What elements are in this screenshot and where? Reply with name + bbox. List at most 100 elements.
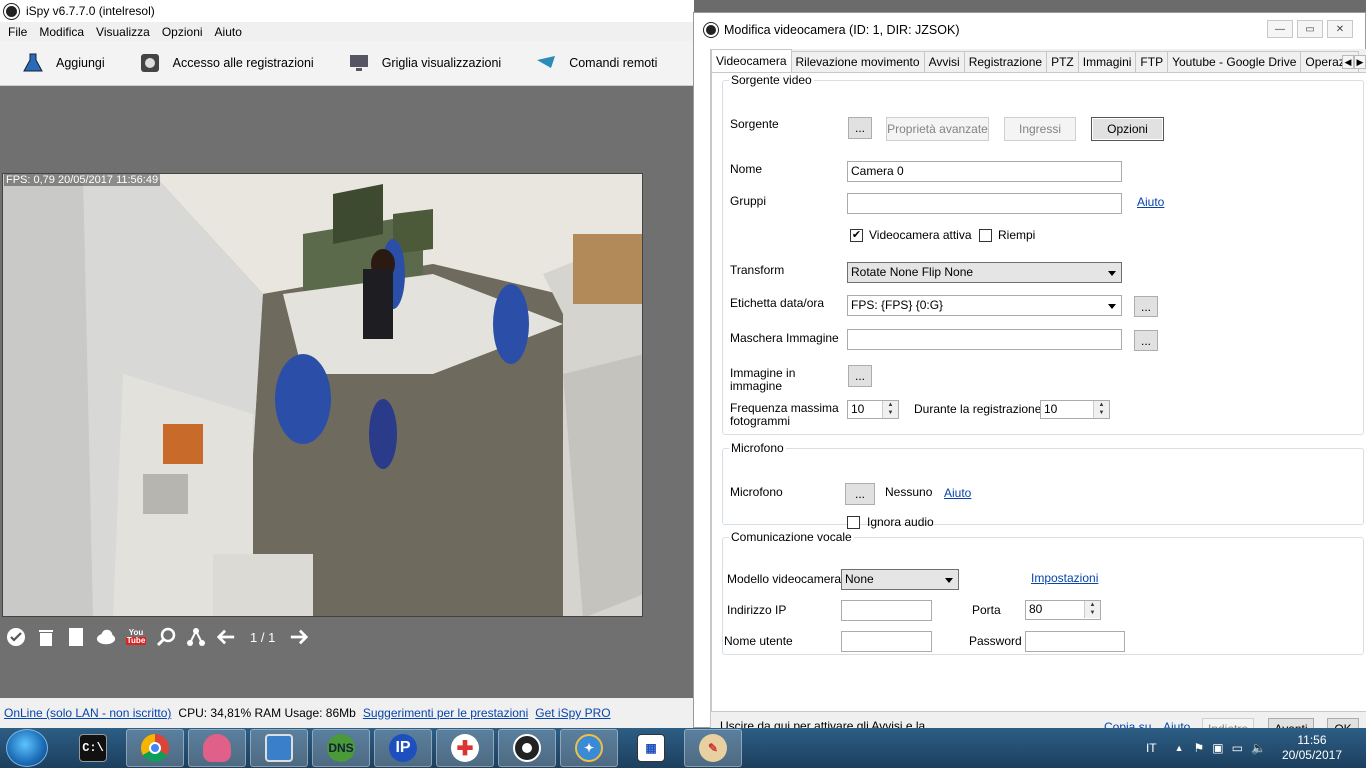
spin-arrows-icon[interactable]: ▲ ▼ (882, 401, 898, 418)
options-button[interactable]: Opzioni (1091, 117, 1164, 141)
camera-fps-overlay: FPS: 0,79 20/05/2017 11:56:49 (4, 174, 161, 186)
grid-views-button[interactable]: Griglia visualizzazioni (348, 52, 502, 74)
image-mask-field[interactable] (847, 329, 1122, 350)
taskbar: C:\ DNS IP ✚ ✦ ▦ ✎ IT ▲ ⚑ ▣ ▭ 🔈 11:56 20… (0, 728, 1366, 768)
tab-motion-detection[interactable]: Rilevazione movimento (790, 51, 925, 72)
camera-active-checkbox[interactable]: ✔ (850, 229, 863, 242)
volume-icon[interactable]: 🔈 (1251, 741, 1266, 755)
recordings-button[interactable]: Accesso alle registrazioni (139, 52, 314, 74)
taskbar-paint[interactable]: ✎ (684, 729, 742, 767)
ip-icon: IP (389, 734, 417, 762)
ignore-audio-checkbox[interactable] (847, 516, 860, 529)
port-value: 80 (1029, 602, 1043, 616)
port-stepper[interactable]: 80 ▲ ▼ (1025, 600, 1101, 620)
taskbar-compass[interactable]: ✦ (560, 729, 618, 767)
taskbar-browser[interactable] (250, 729, 308, 767)
checkmark-icon[interactable] (6, 627, 26, 647)
taskbar-cmd[interactable]: C:\ (64, 729, 122, 767)
source-browse-button[interactable]: ... (848, 117, 872, 139)
spin-arrows-icon[interactable]: ▲ ▼ (1084, 601, 1100, 618)
remote-commands-button[interactable]: Comandi remoti (535, 52, 657, 74)
inputs-button[interactable]: Ingressi (1004, 117, 1076, 141)
tab-youtube-drive[interactable]: Youtube - Google Drive (1167, 51, 1302, 72)
recordings-icon (140, 54, 159, 72)
ignore-audio-label: Ignora audio (867, 515, 934, 529)
password-field[interactable] (1025, 631, 1125, 652)
network-monitor-icon: ▦ (637, 734, 665, 762)
tray-expand-icon[interactable]: ▲ (1175, 743, 1184, 753)
timestamp-browse-button[interactable]: ... (1134, 296, 1158, 317)
language-indicator[interactable]: IT (1146, 741, 1157, 755)
online-status-link[interactable]: OnLine (solo LAN - non iscritto) (4, 706, 171, 720)
menu-aiuto[interactable]: Aiuto (209, 25, 248, 39)
during-recording-label: Durante la registrazione (914, 402, 1042, 416)
youtube-icon[interactable]: You Tube (125, 627, 147, 647)
microphone-browse-button[interactable]: ... (845, 483, 875, 505)
flag-icon[interactable]: ⚑ (1194, 741, 1205, 755)
tab-alerts[interactable]: Avvisi (923, 51, 965, 72)
arrow-right-icon[interactable] (289, 627, 309, 647)
username-field[interactable] (841, 631, 932, 652)
start-button[interactable] (6, 729, 48, 767)
cpu-ram-status: CPU: 34,81% RAM Usage: 86Mb (178, 706, 356, 720)
max-fps-stepper[interactable]: 10 ▲ ▼ (847, 400, 899, 419)
taskbar-chrome[interactable] (126, 729, 184, 767)
camera-model-select[interactable]: None (841, 569, 959, 590)
taskbar-ip[interactable]: IP (374, 729, 432, 767)
ip-address-field[interactable] (841, 600, 932, 621)
chevron-left-icon[interactable]: ◀ (1342, 55, 1354, 69)
advanced-properties-button[interactable]: Proprietà avanzate (886, 117, 989, 141)
taskbar-network-monitor[interactable]: ▦ (622, 729, 680, 767)
chevron-right-icon[interactable]: ▶ (1354, 55, 1366, 69)
maximize-button[interactable]: ▭ (1297, 20, 1323, 38)
recording-fps-stepper[interactable]: 10 ▲ ▼ (1040, 400, 1110, 419)
taskbar-app-pink[interactable] (188, 729, 246, 767)
timestamp-combo[interactable]: FPS: {FPS} {0:G} (847, 295, 1122, 316)
grid-views-button-label: Griglia visualizzazioni (381, 56, 502, 70)
device-icon[interactable]: ▣ (1212, 741, 1223, 755)
trash-icon[interactable] (36, 627, 56, 647)
camera-feed[interactable] (2, 173, 643, 617)
performance-tips-link[interactable]: Suggerimenti per le prestazioni (363, 706, 528, 720)
tab-images[interactable]: Immagini (1077, 51, 1137, 72)
taskbar-ispy[interactable] (498, 729, 556, 767)
clock-date: 20/05/2017 (1281, 748, 1342, 762)
menu-modifica[interactable]: Modifica (33, 25, 90, 39)
arrow-left-icon[interactable] (216, 627, 236, 647)
menu-opzioni[interactable]: Opzioni (156, 25, 209, 39)
tab-ptz[interactable]: PTZ (1046, 51, 1079, 72)
taskbar-dns[interactable]: DNS (312, 729, 370, 767)
menu-file[interactable]: File (2, 25, 33, 39)
tab-recording[interactable]: Registrazione (963, 51, 1048, 72)
transform-select[interactable]: Rotate None Flip None (847, 262, 1122, 283)
voice-settings-link[interactable]: Impostazioni (1031, 571, 1098, 585)
menu-visualizza[interactable]: Visualizza (90, 25, 156, 39)
palette-icon: ✎ (699, 734, 727, 762)
pip-browse-button[interactable]: ... (848, 365, 872, 387)
minimize-button[interactable]: — (1267, 20, 1293, 38)
microphone-help-link[interactable]: Aiuto (944, 486, 971, 500)
ispy-eye-icon (704, 22, 718, 37)
name-field[interactable]: Camera 0 (847, 161, 1122, 182)
close-button[interactable]: ✕ (1327, 20, 1353, 38)
tab-strip: Videocamera Rilevazione movimento Avvisi… (711, 49, 1366, 73)
image-mask-browse-button[interactable]: ... (1134, 330, 1158, 351)
microphone-value: Nessuno (885, 485, 933, 499)
search-icon[interactable] (156, 627, 176, 647)
tab-videocamera[interactable]: Videocamera (711, 49, 792, 72)
taskbar-helper[interactable]: ✚ (436, 729, 494, 767)
get-pro-link[interactable]: Get iSpy PRO (535, 706, 610, 720)
dns-icon: DNS (327, 734, 355, 762)
tab-ftp[interactable]: FTP (1135, 51, 1169, 72)
fill-checkbox[interactable] (979, 229, 992, 242)
network-tray-icon[interactable]: ▭ (1232, 741, 1243, 755)
network-icon[interactable] (186, 627, 206, 647)
spin-arrows-icon[interactable]: ▲ ▼ (1093, 401, 1109, 418)
bookmark-icon[interactable] (66, 627, 86, 647)
cloud-upload-icon[interactable] (96, 627, 116, 647)
groups-field[interactable] (847, 193, 1122, 214)
clock[interactable]: 11:56 20/05/2017 (1282, 733, 1342, 763)
groups-help-link[interactable]: Aiuto (1137, 195, 1164, 209)
add-button[interactable]: Aggiungi (22, 52, 105, 74)
main-toolbar: Aggiungi Accesso alle registrazioni Grig… (0, 41, 694, 86)
